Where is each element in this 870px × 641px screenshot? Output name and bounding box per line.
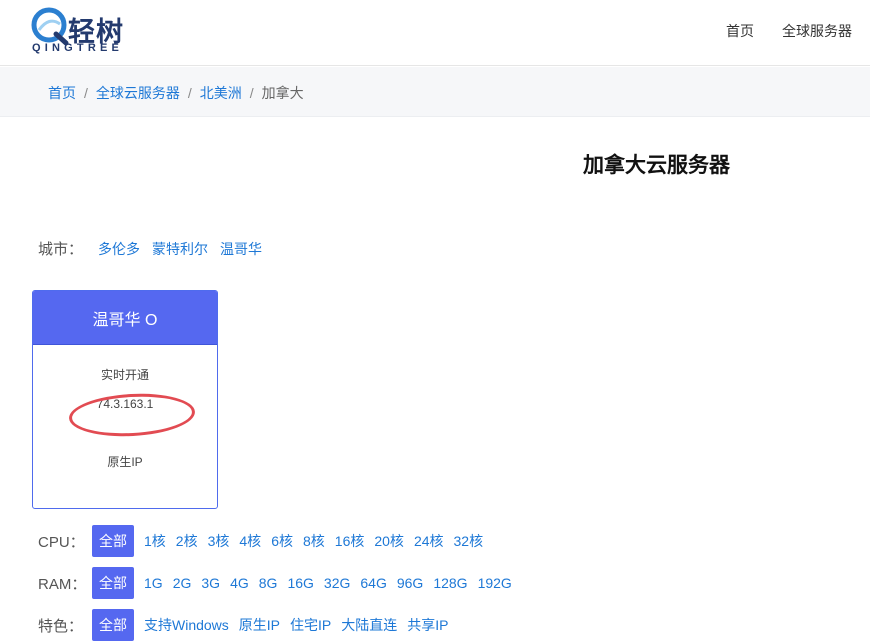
ram-option[interactable]: 32G <box>324 575 350 591</box>
feature-option-windows[interactable]: 支持Windows <box>144 615 229 635</box>
feature-option-shared-ip[interactable]: 共享IP <box>407 615 448 635</box>
card-ip-address: 74.3.163.1 <box>96 397 154 411</box>
ram-option[interactable]: 128G <box>433 575 467 591</box>
ram-option[interactable]: 192G <box>478 575 512 591</box>
breadcrumb-global-cloud[interactable]: 全球云服务器 <box>96 83 180 103</box>
cpu-filter: CPU： 全部 1核 2核 3核 4核 6核 8核 16核 20核 24核 32… <box>38 525 483 557</box>
ram-options: 全部 1G 2G 3G 4G 8G 16G 32G 64G 96G 128G 1… <box>92 567 512 599</box>
cpu-option[interactable]: 20核 <box>374 531 404 551</box>
ram-option[interactable]: 8G <box>259 575 278 591</box>
feature-option-residential-ip[interactable]: 住宅IP <box>290 615 331 635</box>
city-vancouver[interactable]: 温哥华 <box>220 239 262 259</box>
city-label: 城市： <box>38 241 84 258</box>
ram-option[interactable]: 96G <box>397 575 423 591</box>
page-title: 加拿大云服务器 <box>583 154 730 177</box>
cpu-option[interactable]: 1核 <box>144 531 166 551</box>
server-card[interactable]: 温哥华 O 实时开通 74.3.163.1 原生IP <box>32 290 218 509</box>
ram-option[interactable]: 16G <box>287 575 313 591</box>
cpu-option[interactable]: 6核 <box>271 531 293 551</box>
cpu-option[interactable]: 2核 <box>176 531 198 551</box>
feature-all-button[interactable]: 全部 <box>92 609 134 641</box>
nav-home[interactable]: 首页 <box>726 21 754 41</box>
city-options: 多伦多 蒙特利尔 温哥华 <box>98 239 262 259</box>
cpu-option[interactable]: 8核 <box>303 531 325 551</box>
ram-label: RAM： <box>38 575 87 593</box>
breadcrumb-home[interactable]: 首页 <box>48 83 76 103</box>
card-feature-instant: 实时开通 <box>100 368 149 382</box>
city-filter: 城市： 多伦多 蒙特利尔 温哥华 <box>38 238 262 259</box>
cpu-option[interactable]: 32核 <box>454 531 484 551</box>
breadcrumb-current: 加拿大 <box>261 85 304 101</box>
cpu-options: 全部 1核 2核 3核 4核 6核 8核 16核 20核 24核 32核 <box>92 525 483 557</box>
breadcrumb: 首页 / 全球云服务器 / 北美洲 / 加拿大 <box>48 83 304 103</box>
nav-global-servers[interactable]: 全球服务器 <box>782 21 852 41</box>
ram-filter: RAM： 全部 1G 2G 3G 4G 8G 16G 32G 64G 96G 1… <box>38 567 512 599</box>
server-card-body: 实时开通 74.3.163.1 原生IP <box>33 345 217 481</box>
city-montreal[interactable]: 蒙特利尔 <box>152 239 208 259</box>
server-card-header: 温哥华 O <box>33 291 217 345</box>
feature-options: 全部 支持Windows 原生IP 住宅IP 大陆直连 共享IP <box>92 609 449 641</box>
card-feature-native-ip: 原生IP <box>107 455 143 469</box>
logo-q-icon <box>31 7 69 46</box>
card-feature-obscured <box>33 423 217 452</box>
top-navigation: 首页 全球服务器 <box>726 21 852 41</box>
city-toronto[interactable]: 多伦多 <box>98 239 140 259</box>
ram-option[interactable]: 2G <box>173 575 192 591</box>
breadcrumb-separator: / <box>249 85 254 101</box>
feature-option-china-direct[interactable]: 大陆直连 <box>341 615 397 635</box>
breadcrumb-north-america[interactable]: 北美洲 <box>200 83 242 103</box>
breadcrumb-separator: / <box>84 85 88 101</box>
cpu-option[interactable]: 3核 <box>208 531 230 551</box>
ram-all-button[interactable]: 全部 <box>92 567 134 599</box>
ram-option[interactable]: 1G <box>144 575 163 591</box>
site-header: 轻树 QINGTREE 首页 全球服务器 <box>0 0 870 66</box>
breadcrumb-bar: 首页 / 全球云服务器 / 北美洲 / 加拿大 <box>0 67 870 117</box>
cpu-option[interactable]: 24核 <box>414 531 444 551</box>
breadcrumb-separator: / <box>187 85 192 101</box>
ram-option[interactable]: 3G <box>201 575 220 591</box>
cpu-option[interactable]: 4核 <box>239 531 261 551</box>
feature-option-native-ip[interactable]: 原生IP <box>239 615 280 635</box>
feature-label: 特色： <box>38 617 84 635</box>
site-logo[interactable]: 轻树 QINGTREE <box>30 6 140 58</box>
feature-filter: 特色： 全部 支持Windows 原生IP 住宅IP 大陆直连 共享IP <box>38 609 449 641</box>
logo-english-text: QINGTREE <box>32 42 124 54</box>
cpu-all-button[interactable]: 全部 <box>92 525 134 557</box>
ram-option[interactable]: 4G <box>230 575 249 591</box>
cpu-label: CPU： <box>38 533 85 551</box>
cpu-option[interactable]: 16核 <box>335 531 365 551</box>
ram-option[interactable]: 64G <box>360 575 386 591</box>
